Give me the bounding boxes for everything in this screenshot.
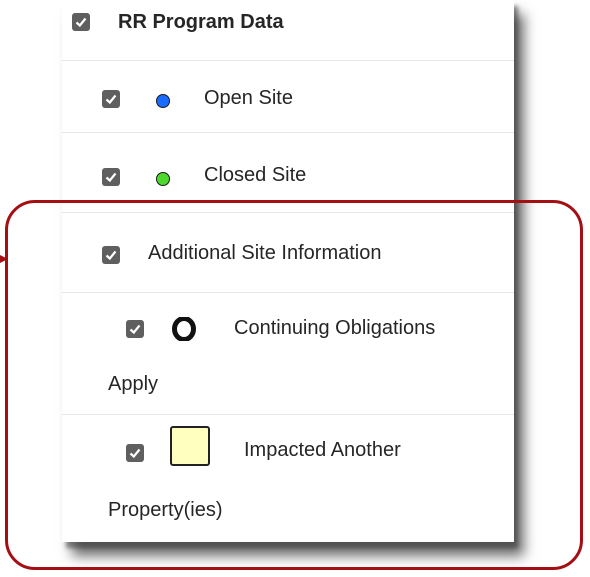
layer-row-continuing-obligations[interactable]: Continuing Obligations Apply <box>62 292 514 415</box>
closed-site-checkbox[interactable] <box>102 168 120 186</box>
annotation-arrow-tip-icon <box>0 255 8 263</box>
open-site-checkbox[interactable] <box>102 90 120 108</box>
layer-group-row[interactable]: RR Program Data <box>62 0 514 61</box>
blue-dot-icon <box>156 94 170 108</box>
black-ring-icon <box>172 317 196 341</box>
check-icon <box>129 324 141 335</box>
open-site-label: Open Site <box>204 87 293 109</box>
green-dot-icon <box>156 172 170 186</box>
layer-row-impacted-property[interactable]: Impacted Another Property(ies) <box>62 414 514 542</box>
impacted-property-checkbox[interactable] <box>126 444 144 462</box>
layer-row-closed-site[interactable]: Closed Site <box>62 132 514 213</box>
closed-site-label: Closed Site <box>204 164 307 186</box>
group-checkbox[interactable] <box>72 13 90 31</box>
group-label: RR Program Data <box>118 11 284 33</box>
check-icon <box>105 172 117 183</box>
continuing-obligations-label-line2: Apply <box>108 373 159 395</box>
check-icon <box>75 17 87 28</box>
impacted-property-label-line2: Property(ies) <box>108 499 223 521</box>
continuing-obligations-checkbox[interactable] <box>126 320 144 338</box>
layer-list-panel: RR Program Data Open Site Closed Site Ad… <box>62 0 514 542</box>
additional-info-checkbox[interactable] <box>102 246 120 264</box>
yellow-square-icon <box>170 426 210 466</box>
layer-row-additional-info[interactable]: Additional Site Information <box>62 212 514 293</box>
layer-row-open-site[interactable]: Open Site <box>62 60 514 133</box>
check-icon <box>105 250 117 261</box>
additional-info-label: Additional Site Information <box>148 242 382 264</box>
impacted-property-label-line1: Impacted Another <box>244 439 401 461</box>
continuing-obligations-label-line1: Continuing Obligations <box>234 317 436 339</box>
check-icon <box>105 94 117 105</box>
check-icon <box>129 448 141 459</box>
